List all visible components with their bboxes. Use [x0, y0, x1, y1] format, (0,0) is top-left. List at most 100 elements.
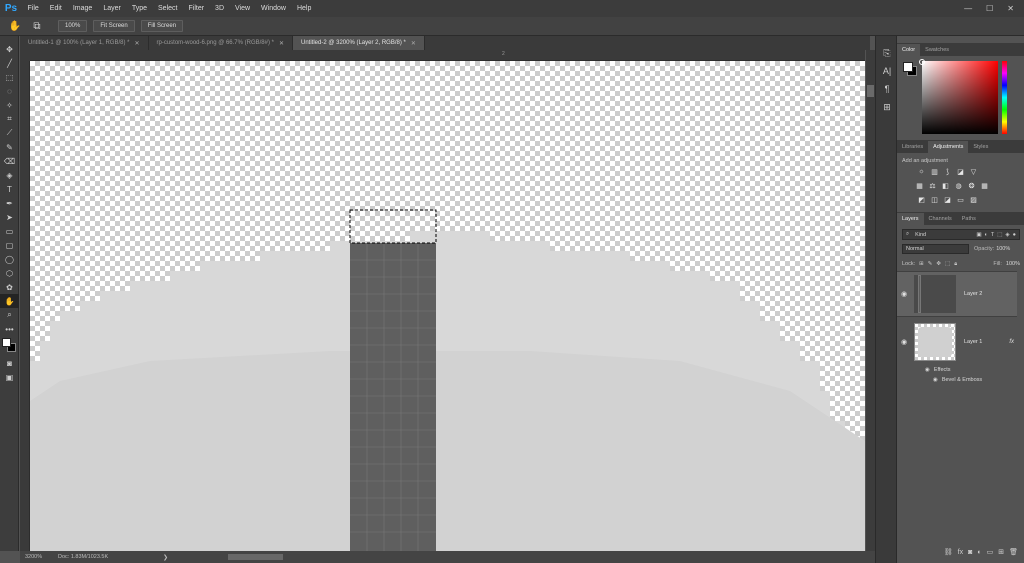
posterize-icon[interactable]: ◫	[930, 195, 939, 204]
more-tools-icon[interactable]: •••	[0, 322, 19, 336]
eraser-tool-icon[interactable]: ⌫	[0, 154, 19, 168]
photo-filter-icon[interactable]: ◍	[954, 181, 963, 190]
maximize-button[interactable]: ☐	[986, 4, 993, 13]
fx-icon[interactable]: fx	[958, 549, 963, 556]
menu-layer[interactable]: Layer	[98, 0, 127, 17]
scroll-all-windows-icon[interactable]: ⧉	[30, 19, 44, 33]
fill-screen-button[interactable]: Fill Screen	[140, 20, 184, 32]
ruler-vertical[interactable]	[20, 61, 30, 551]
tab-libraries[interactable]: Libraries	[897, 141, 928, 153]
fx-badge[interactable]: fx	[1009, 339, 1014, 345]
opacity-input[interactable]: 100%	[996, 246, 1010, 252]
invert-icon[interactable]: ◩	[917, 195, 926, 204]
hue-slider[interactable]	[1002, 61, 1007, 134]
lock-move-icon[interactable]: ✥	[936, 261, 941, 267]
link-layers-icon[interactable]: ⛓	[944, 548, 953, 556]
scrollbar-thumb[interactable]	[867, 85, 874, 97]
history-icon[interactable]: ⎘	[876, 44, 898, 62]
layer-row-layer-2[interactable]: ◉ Layer 2	[897, 271, 1017, 317]
selective-color-icon[interactable]: ▨	[969, 195, 978, 204]
eyedropper-icon[interactable]: ⟋	[0, 126, 19, 140]
vertical-scrollbar[interactable]	[866, 50, 875, 551]
zoom-tool-icon[interactable]: ⌕	[0, 308, 19, 322]
new-layer-icon[interactable]: ⊞	[998, 548, 1004, 556]
tab-swatches[interactable]: Swatches	[920, 44, 954, 56]
ruler-horizontal[interactable]: 2	[30, 50, 865, 61]
tab-color[interactable]: Color	[897, 44, 921, 56]
menu-view[interactable]: View	[230, 0, 256, 17]
polygon-tool-icon[interactable]: ⬡	[0, 266, 19, 280]
threshold-icon[interactable]: ◪	[943, 195, 952, 204]
type-tool-icon[interactable]: T	[0, 182, 19, 196]
layer-filter[interactable]: ⌕ Kind ▣◐T⬚◈●	[902, 229, 1020, 240]
visibility-eye-icon[interactable]: ◉	[925, 367, 930, 373]
close-icon[interactable]: ✕	[279, 40, 284, 47]
color-lookup-icon[interactable]: ▦	[980, 181, 989, 190]
pen-tool-icon[interactable]: ✒	[0, 196, 19, 210]
marquee-tool-icon[interactable]: ⬚	[0, 70, 19, 84]
hue-saturation-icon[interactable]: ▦	[915, 181, 924, 190]
tab-layers[interactable]: Layers	[897, 213, 924, 225]
adjustment-layer-icon[interactable]: ◐	[977, 549, 981, 556]
move-tool-icon[interactable]: ✥	[0, 42, 19, 56]
menu-help[interactable]: Help	[291, 0, 316, 17]
lock-artboard-icon[interactable]: ⬚	[945, 261, 950, 267]
paint-bucket-icon[interactable]: ◈	[0, 168, 19, 182]
fill-input[interactable]: 100%	[1006, 261, 1020, 267]
visibility-eye-icon[interactable]: ◉	[933, 377, 938, 383]
layer-row-layer-1[interactable]: ◉ Layer 1 fx	[897, 319, 1017, 365]
paragraph-icon[interactable]: ¶	[876, 80, 898, 98]
line-tool-icon[interactable]: ╱	[0, 56, 19, 70]
rectangle-tool-icon[interactable]: ▭	[0, 224, 19, 238]
hand-tool-icon[interactable]: ✋	[0, 294, 19, 308]
blend-mode-select[interactable]: Normal	[902, 244, 969, 254]
path-select-icon[interactable]: ➤	[0, 210, 19, 224]
tab-wood[interactable]: rp-custom-wood-6.png @ 66.7% (RGB/8#) * …	[148, 36, 294, 50]
tab-adjustments[interactable]: Adjustments	[928, 141, 969, 153]
channel-mixer-icon[interactable]: ❂	[967, 181, 976, 190]
visibility-eye-icon[interactable]: ◉	[897, 290, 911, 298]
brightness-icon[interactable]: ☼	[917, 167, 926, 176]
tab-untitled-1[interactable]: Untitled-1 @ 100% (Layer 1, RGB/8) * ✕	[20, 36, 149, 50]
lock-pixels-icon[interactable]: ⊞	[919, 261, 924, 267]
brush-tool-icon[interactable]: ✎	[0, 140, 19, 154]
foreground-color[interactable]	[2, 338, 11, 347]
close-icon[interactable]: ✕	[411, 40, 416, 47]
foreground-color-chip[interactable]	[903, 62, 913, 72]
crop-tool-icon[interactable]: ⌗	[0, 112, 19, 126]
exposure-icon[interactable]: ◪	[956, 167, 965, 176]
menu-file[interactable]: File	[22, 0, 44, 17]
menu-image[interactable]: Image	[67, 0, 97, 17]
rounded-rect-tool-icon[interactable]: ▢	[0, 238, 19, 252]
magic-wand-icon[interactable]: ✧	[0, 98, 19, 112]
tab-paths[interactable]: Paths	[957, 213, 981, 225]
quick-mask-icon[interactable]: ◙	[0, 356, 19, 370]
close-button[interactable]: ✕	[1007, 4, 1014, 13]
levels-icon[interactable]: ▥	[930, 167, 939, 176]
tab-styles[interactable]: Styles	[968, 141, 993, 153]
document-canvas[interactable]	[30, 61, 865, 551]
properties-icon[interactable]: ⊞	[876, 98, 898, 116]
hand-icon[interactable]: ✋	[8, 19, 22, 33]
screen-mode-icon[interactable]: ▣	[0, 370, 19, 384]
menu-edit[interactable]: Edit	[44, 0, 67, 17]
layer-name[interactable]: Layer 1	[964, 339, 982, 345]
effects-row[interactable]: ◉ Effects	[925, 367, 951, 373]
ellipse-tool-icon[interactable]: ◯	[0, 252, 19, 266]
add-mask-icon[interactable]: ◙	[968, 549, 972, 556]
menu-type[interactable]: Type	[126, 0, 152, 17]
horizontal-scrollbar-thumb[interactable]	[228, 554, 283, 560]
fit-screen-button[interactable]: Fit Screen	[93, 20, 135, 32]
minimize-button[interactable]: —	[964, 4, 972, 13]
menu-3d[interactable]: 3D	[210, 0, 230, 17]
tab-channels[interactable]: Channels	[924, 213, 957, 225]
visibility-eye-icon[interactable]: ◉	[897, 338, 911, 346]
custom-shape-icon[interactable]: ✿	[0, 280, 19, 294]
zoom-level[interactable]: 3200%	[20, 554, 58, 560]
close-icon[interactable]: ✕	[134, 40, 139, 47]
curves-icon[interactable]: ⟆	[943, 167, 952, 176]
lasso-tool-icon[interactable]: ◌	[0, 84, 19, 98]
menu-window[interactable]: Window	[256, 0, 292, 17]
lock-all-icon[interactable]: 🔒︎	[954, 261, 957, 268]
color-cursor[interactable]	[919, 59, 925, 65]
